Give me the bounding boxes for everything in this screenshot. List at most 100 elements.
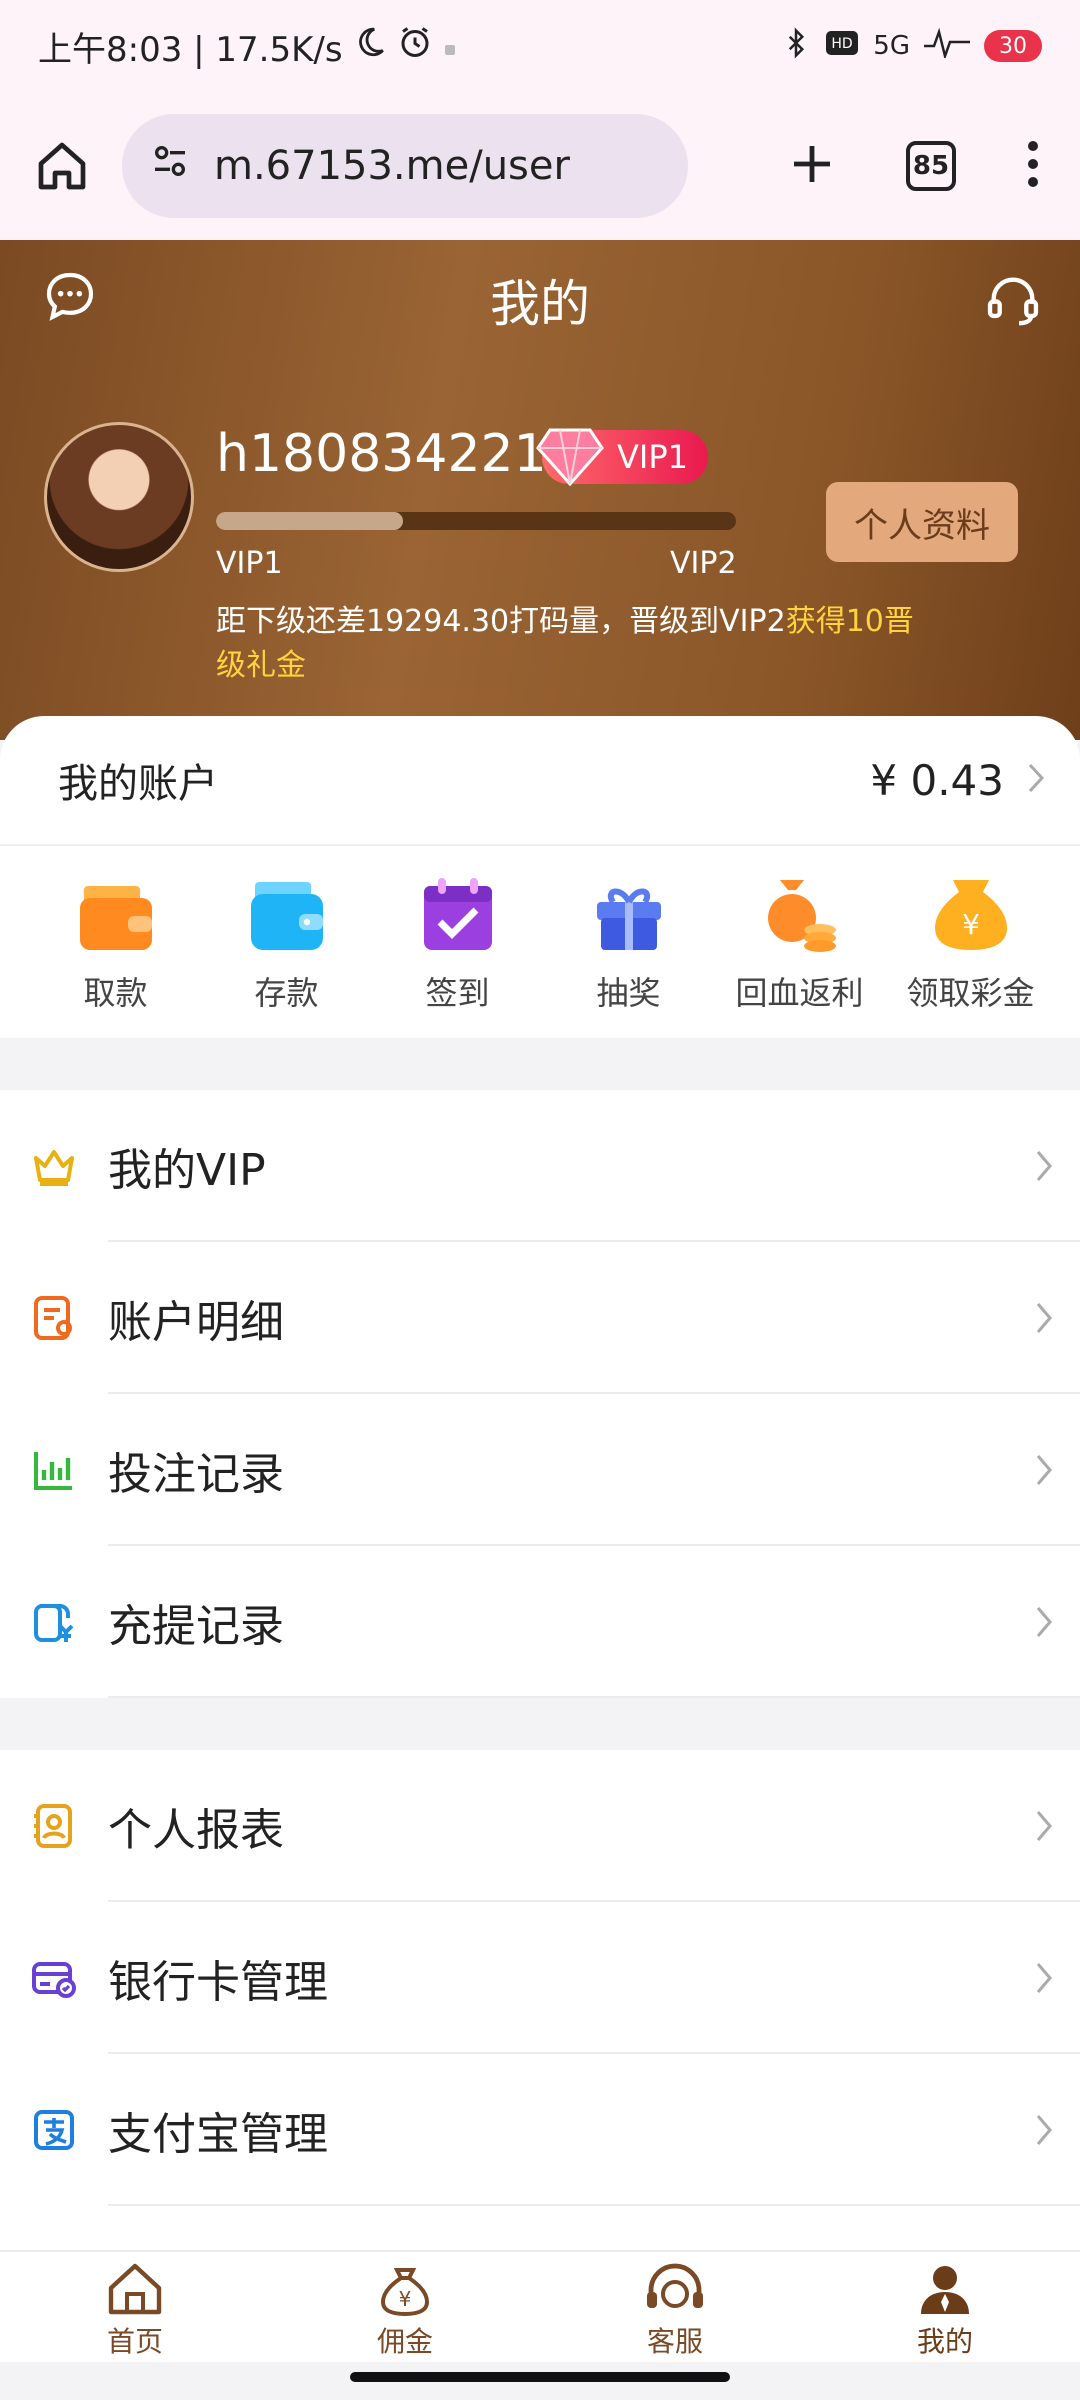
divider	[108, 2204, 1080, 2206]
user-icon	[921, 2266, 969, 2314]
network-label: 5G	[873, 31, 910, 61]
home-icon[interactable]	[30, 134, 94, 198]
profile-button[interactable]: 个人资料	[826, 482, 1018, 562]
chevron-right-icon	[1036, 1455, 1052, 1485]
menu-item-bet-records[interactable]: 投注记录	[0, 1394, 1080, 1546]
chevron-right-icon	[1036, 1151, 1052, 1181]
report-icon	[34, 1804, 72, 1848]
diamond-icon	[536, 424, 604, 496]
quick-action-label: 抽奖	[596, 974, 661, 1012]
home-indicator[interactable]	[350, 2372, 730, 2382]
url-bar[interactable]: m.67153.me/user	[122, 114, 688, 218]
menu-label: 银行卡管理	[108, 1957, 328, 2008]
wallet-blue-icon	[250, 882, 323, 950]
quick-action-withdraw[interactable]: 取款	[30, 866, 201, 1014]
tab-switcher-button[interactable]: 85	[906, 141, 956, 191]
menu-item-account-details[interactable]: 账户明细	[0, 1242, 1080, 1394]
nav-home[interactable]: 首页	[0, 2252, 270, 2362]
page-title: 我的	[490, 275, 590, 333]
account-balance: ¥ 0.43	[870, 755, 1004, 805]
profile-header: 我的 h1808342210 VIP1 VIP1 VIP2 个人资料 距下级还差…	[0, 240, 1080, 740]
customer-service-icon[interactable]	[984, 270, 1042, 332]
quick-action-label: 存款	[254, 974, 319, 1012]
quick-action-label: 取款	[83, 974, 148, 1012]
nav-label: 佣金	[376, 2325, 433, 2358]
menu-item-my-vip[interactable]: 我的VIP	[0, 1090, 1080, 1242]
crown-icon	[34, 1150, 74, 1186]
menu-item-recharge-records[interactable]: 充提记录	[0, 1546, 1080, 1698]
tab-count: 85	[912, 151, 950, 181]
quick-action-bonus[interactable]: ¥ 领取彩金	[885, 866, 1056, 1014]
menu-item-alipay[interactable]: 支付宝管理	[0, 2054, 1080, 2206]
quick-action-rebate[interactable]: 回血返利	[714, 866, 885, 1014]
menu-label: 支付宝管理	[108, 2109, 328, 2160]
quick-action-label: 领取彩金	[906, 974, 1035, 1012]
money-bag-icon: ¥	[934, 880, 1007, 950]
menu-group-management: 个人报表 银行卡管理 支付宝管理	[0, 1750, 1080, 2250]
alipay-icon	[34, 2110, 74, 2150]
bottom-navigation: 首页 ¥ 佣金 客服 我的	[0, 2250, 1080, 2362]
signal-pulse-icon	[924, 27, 970, 65]
quick-actions: 取款 存款 签到 抽奖 回血返利 ¥ 领取彩金	[0, 846, 1080, 1014]
chevron-right-icon	[1036, 1811, 1052, 1841]
menu-label: 我的VIP	[108, 1145, 266, 1196]
vip-badge: VIP1	[536, 428, 708, 487]
menu-item-bank-card[interactable]: 银行卡管理	[0, 1902, 1080, 2054]
chevron-right-icon	[1036, 2115, 1052, 2145]
new-tab-icon[interactable]	[788, 140, 836, 192]
svg-text:HD: HD	[832, 36, 853, 52]
nav-label: 客服	[646, 2325, 703, 2358]
recharge-icon	[34, 1604, 74, 1642]
nav-commission[interactable]: ¥ 佣金	[270, 2252, 540, 2362]
bluetooth-icon	[781, 26, 811, 67]
chevron-right-icon	[1036, 1303, 1052, 1333]
svg-text:¥: ¥	[399, 2287, 412, 2311]
nav-label: 首页	[106, 2325, 163, 2358]
chevron-right-icon	[1036, 1963, 1052, 1993]
vip-progress-bar	[216, 512, 736, 530]
username: h1808342210	[216, 424, 580, 484]
avatar[interactable]	[44, 422, 194, 572]
menu-group-records: 我的VIP 账户明细 投注记录 充提记录	[0, 1090, 1080, 1698]
menu-item-personal-report[interactable]: 个人报表	[0, 1750, 1080, 1902]
vip-progress-fill	[216, 512, 404, 530]
battery-level: 30	[999, 33, 1027, 59]
quick-action-label: 回血返利	[735, 974, 864, 1012]
more-options-icon[interactable]	[1026, 140, 1040, 192]
chevron-right-icon	[1026, 761, 1046, 799]
home-icon	[108, 2263, 162, 2315]
site-settings-icon[interactable]	[148, 141, 192, 191]
nav-mine[interactable]: 我的	[810, 2252, 1080, 2362]
status-time: 上午8:03 | 17.5K/s	[38, 29, 343, 70]
battery-indicator: 30	[984, 30, 1042, 62]
account-detail-icon	[34, 1296, 72, 1340]
quick-action-label: 签到	[425, 974, 490, 1012]
upgrade-info: 距下级还差19294.30打码量，晋级到VIP2获得10晋级礼金	[216, 600, 916, 688]
quick-action-checkin[interactable]: 签到	[372, 866, 543, 1014]
nav-label: 我的	[916, 2325, 973, 2358]
bar-chart-icon	[34, 1452, 72, 1490]
commission-icon: ¥	[380, 2268, 430, 2316]
headset-icon	[647, 2263, 703, 2308]
calendar-check-icon	[423, 878, 492, 950]
url-text: m.67153.me/user	[214, 143, 570, 189]
svg-text:¥: ¥	[962, 908, 980, 941]
quick-action-lottery[interactable]: 抽奖	[543, 866, 714, 1014]
alarm-icon	[397, 24, 433, 69]
notification-dot-icon	[443, 26, 457, 66]
level-current: VIP1	[216, 546, 283, 581]
wallet-orange-icon	[79, 886, 152, 950]
divider	[108, 1696, 1080, 1698]
level-next: VIP2	[670, 546, 737, 581]
menu-label: 充提记录	[108, 1601, 284, 1652]
gift-icon	[596, 888, 661, 950]
nav-customer-service[interactable]: 客服	[540, 2252, 810, 2362]
menu-label: 投注记录	[108, 1449, 284, 1500]
upgrade-text: 距下级还差19294.30打码量，晋级到VIP2	[216, 604, 786, 639]
moon-icon	[353, 25, 387, 68]
browser-toolbar: m.67153.me/user 85	[0, 92, 1080, 240]
quick-action-deposit[interactable]: 存款	[201, 866, 372, 1014]
account-label: 我的账户	[58, 761, 218, 807]
my-account-row[interactable]: 我的账户 ¥ 0.43	[0, 716, 1080, 846]
chevron-right-icon	[1036, 1607, 1052, 1637]
